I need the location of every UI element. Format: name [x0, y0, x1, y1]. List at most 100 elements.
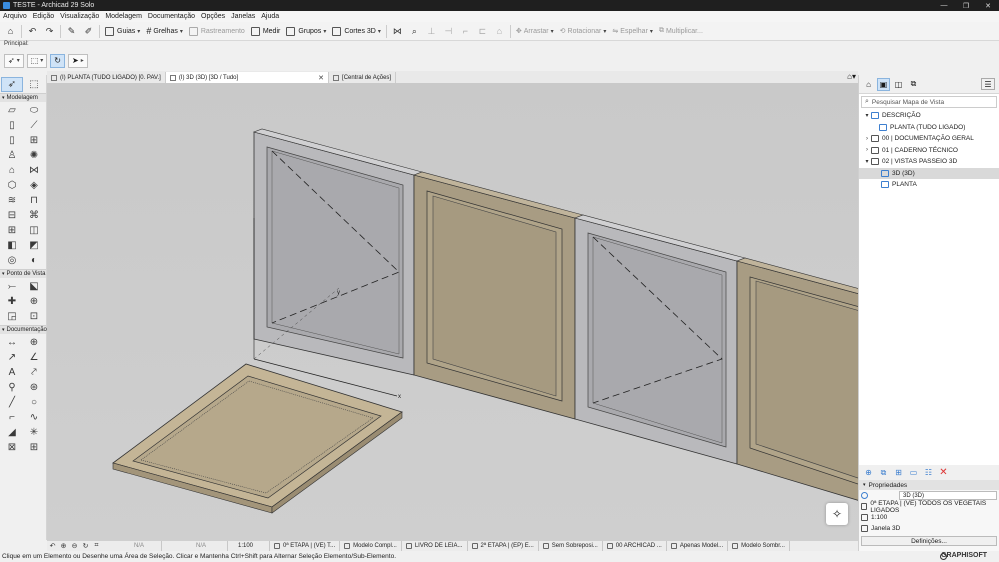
spline-tool-icon[interactable]: ∿ [23, 410, 45, 425]
status-pen-set[interactable]: LIVRO DE LEIA... [402, 541, 468, 551]
menu-visualizacao[interactable]: Visualização [60, 13, 99, 20]
detail-tool-icon[interactable]: ◲ [1, 309, 23, 324]
minimize-button[interactable]: — [933, 0, 955, 11]
menu-documentacao[interactable]: Documentação [148, 13, 195, 20]
slab-tool-icon[interactable]: ⬭ [23, 103, 45, 118]
ceiling-tool-icon[interactable]: ⊟ [1, 208, 23, 223]
menu-edicao[interactable]: Edição [33, 13, 54, 20]
tree-item-3d[interactable]: 3D (3D) [859, 167, 999, 179]
espelhar-button[interactable]: ⇋ Espelhar ▾ [609, 24, 656, 39]
panel-tool-icon[interactable]: ◧ [1, 238, 23, 253]
home-icon[interactable]: ⌂ [4, 25, 17, 38]
grid-element-tool-icon[interactable]: ⊞ [23, 440, 45, 455]
undo-zoom-icon[interactable]: ↶ [47, 542, 58, 550]
rotacionar-button[interactable]: ⟲ Rotacionar ▾ [557, 24, 610, 39]
toolbox-section-documentacao[interactable]: ▾ Documentação [0, 325, 47, 334]
railing-tool-icon[interactable]: ⊓ [23, 193, 45, 208]
trim-icon[interactable]: ⋈ [391, 25, 404, 38]
arrow-selection-method[interactable]: ➶ ▾ [4, 53, 24, 68]
status-3d-style[interactable]: Modelo Sombr... [728, 541, 790, 551]
marquee-tool-icon[interactable]: ⬚ [23, 77, 45, 92]
line-tool-icon[interactable]: ╱ [1, 395, 23, 410]
tree-item-vistas-passeio-3d[interactable]: ▾ 02 | VISTAS PASSEIO 3D [859, 156, 999, 168]
redo-icon[interactable]: ↷ [43, 25, 56, 38]
menu-ajuda[interactable]: Ajuda [261, 13, 279, 20]
publisher-sets-icon[interactable]: ⧉ [907, 78, 920, 91]
delete-icon[interactable]: ✕ [937, 467, 950, 479]
object-tool-icon[interactable]: ♙ [1, 148, 23, 163]
modify-icon[interactable]: ⌕ [408, 25, 421, 38]
zoom-out-icon[interactable]: ⊖ [69, 542, 80, 550]
guias-button[interactable]: Guias ▾ [102, 24, 143, 39]
worksheet-tool-icon[interactable]: ⊕ [23, 294, 45, 309]
radial-dimension-tool-icon[interactable]: ↗ [1, 350, 23, 365]
close-window-button[interactable]: ✕ [977, 0, 999, 11]
grupos-button[interactable]: Grupos ▾ [283, 24, 329, 39]
tree-item-documentacao-geral[interactable]: › 00 | DOCUMENTAÇÃO GERAL [859, 133, 999, 145]
tree-item-descricao[interactable]: ▾ DESCRIÇÃO [859, 110, 999, 122]
orbit-icon[interactable]: ↻ [80, 542, 91, 550]
lamp-tool-icon[interactable]: ✺ [23, 148, 45, 163]
rastreamento-button[interactable]: Rastreamento [186, 24, 248, 39]
column-tool-icon[interactable]: ▯ [1, 118, 23, 133]
morph-tool-icon[interactable]: ◈ [23, 178, 45, 193]
circle-tool-icon[interactable]: ○ [23, 395, 45, 410]
status-scale[interactable]: 1:100 [228, 541, 270, 551]
mesh-tool-icon[interactable]: ⌘ [23, 208, 45, 223]
status-model-view[interactable]: Modelo Compl... [340, 541, 402, 551]
grelhas-button[interactable]: # Grelhas ▾ [143, 24, 186, 39]
menu-opcoes[interactable]: Opções [201, 13, 225, 20]
status-structural-display[interactable]: Apenas Model... [667, 541, 729, 551]
curtain-wall-tool-icon[interactable]: ⊞ [1, 223, 23, 238]
status-zoom-na-1[interactable]: N/A [102, 541, 162, 551]
navigator-menu-icon[interactable]: ☰ [981, 78, 995, 90]
clone-view-icon[interactable]: ⧉ [877, 467, 890, 479]
wall-tool-icon[interactable]: ▱ [1, 103, 23, 118]
shell-tool-icon[interactable]: ⋈ [23, 163, 45, 178]
project-map-icon[interactable]: ⌂ [862, 78, 875, 91]
section-tool-icon[interactable]: ⤚ [1, 279, 23, 294]
fill-tool-icon[interactable]: ◢ [1, 425, 23, 440]
skylight-tool-icon[interactable]: ⬡ [1, 178, 23, 193]
intersect-icon[interactable]: ⊥ [425, 25, 438, 38]
cortes-3d-button[interactable]: Cortes 3D ▾ [329, 24, 384, 39]
window-tool-icon[interactable]: ⊞ [23, 133, 45, 148]
pin-tool-icon[interactable]: ⚲ [1, 380, 23, 395]
text-tool-icon[interactable]: A [1, 365, 23, 380]
tree-item-caderno-tecnico[interactable]: › 01 | CADERNO TÉCNICO [859, 145, 999, 157]
status-layer-combination[interactable]: 0ª ETAPA | (VE) T... [270, 541, 341, 551]
adjust-icon[interactable]: ⊣ [442, 25, 455, 38]
polyline-tool-icon[interactable]: ⌐ [1, 410, 23, 425]
menu-janelas[interactable]: Janelas [231, 13, 255, 20]
layout-book-icon[interactable]: ◫ [892, 78, 905, 91]
toolbox-section-ponto-de-vista[interactable]: ▾ Ponto de Vista [0, 269, 46, 278]
tree-item-planta-tudo-ligado[interactable]: PLANTA (TUDO LIGADO) [859, 122, 999, 134]
label-tool-icon[interactable]: ⤤ [23, 365, 45, 380]
roof-tool-icon[interactable]: ⌂ [1, 163, 23, 178]
layout-icon[interactable]: ☷ [922, 467, 935, 479]
close-tab-icon[interactable]: ✕ [318, 74, 324, 82]
fillet-icon[interactable]: ⌐ [459, 25, 472, 38]
pick-up-parameters-icon[interactable]: ✎ [65, 25, 78, 38]
definicoes-button[interactable]: Definições... [861, 536, 997, 546]
menu-modelagem[interactable]: Modelagem [105, 13, 142, 20]
undo-icon[interactable]: ↶ [26, 25, 39, 38]
status-zoom-na-2[interactable]: N/A [162, 541, 228, 551]
angle-dimension-tool-icon[interactable]: ∠ [23, 350, 45, 365]
offset-icon[interactable]: ⊏ [476, 25, 489, 38]
properties-header[interactable]: ▾ Propriedades [859, 480, 999, 490]
level-dimension-tool-icon[interactable]: ⊕ [23, 335, 45, 350]
interior-elevation-tool-icon[interactable]: ✚ [1, 294, 23, 309]
elevation-tool-icon[interactable]: ⬕ [23, 279, 45, 294]
figure-tool-icon[interactable]: ⊛ [23, 380, 45, 395]
arrastar-button[interactable]: ✥ Arrastar ▾ [513, 24, 557, 39]
menu-arquivo[interactable]: Arquivo [3, 13, 27, 20]
arrow-tool-icon[interactable]: ➶ [1, 77, 23, 92]
equipment-tool-icon[interactable]: ◐ [23, 253, 45, 268]
stair-tool-icon[interactable]: ≋ [1, 193, 23, 208]
multiplicar-button[interactable]: ⧉ Multiplicar... [656, 24, 706, 39]
view-map-icon[interactable]: ▣ [877, 77, 890, 91]
opening-tool-icon[interactable]: ◎ [1, 253, 23, 268]
tree-item-planta[interactable]: PLANTA [859, 179, 999, 191]
3d-viewport[interactable]: x y ✧ [47, 83, 858, 540]
